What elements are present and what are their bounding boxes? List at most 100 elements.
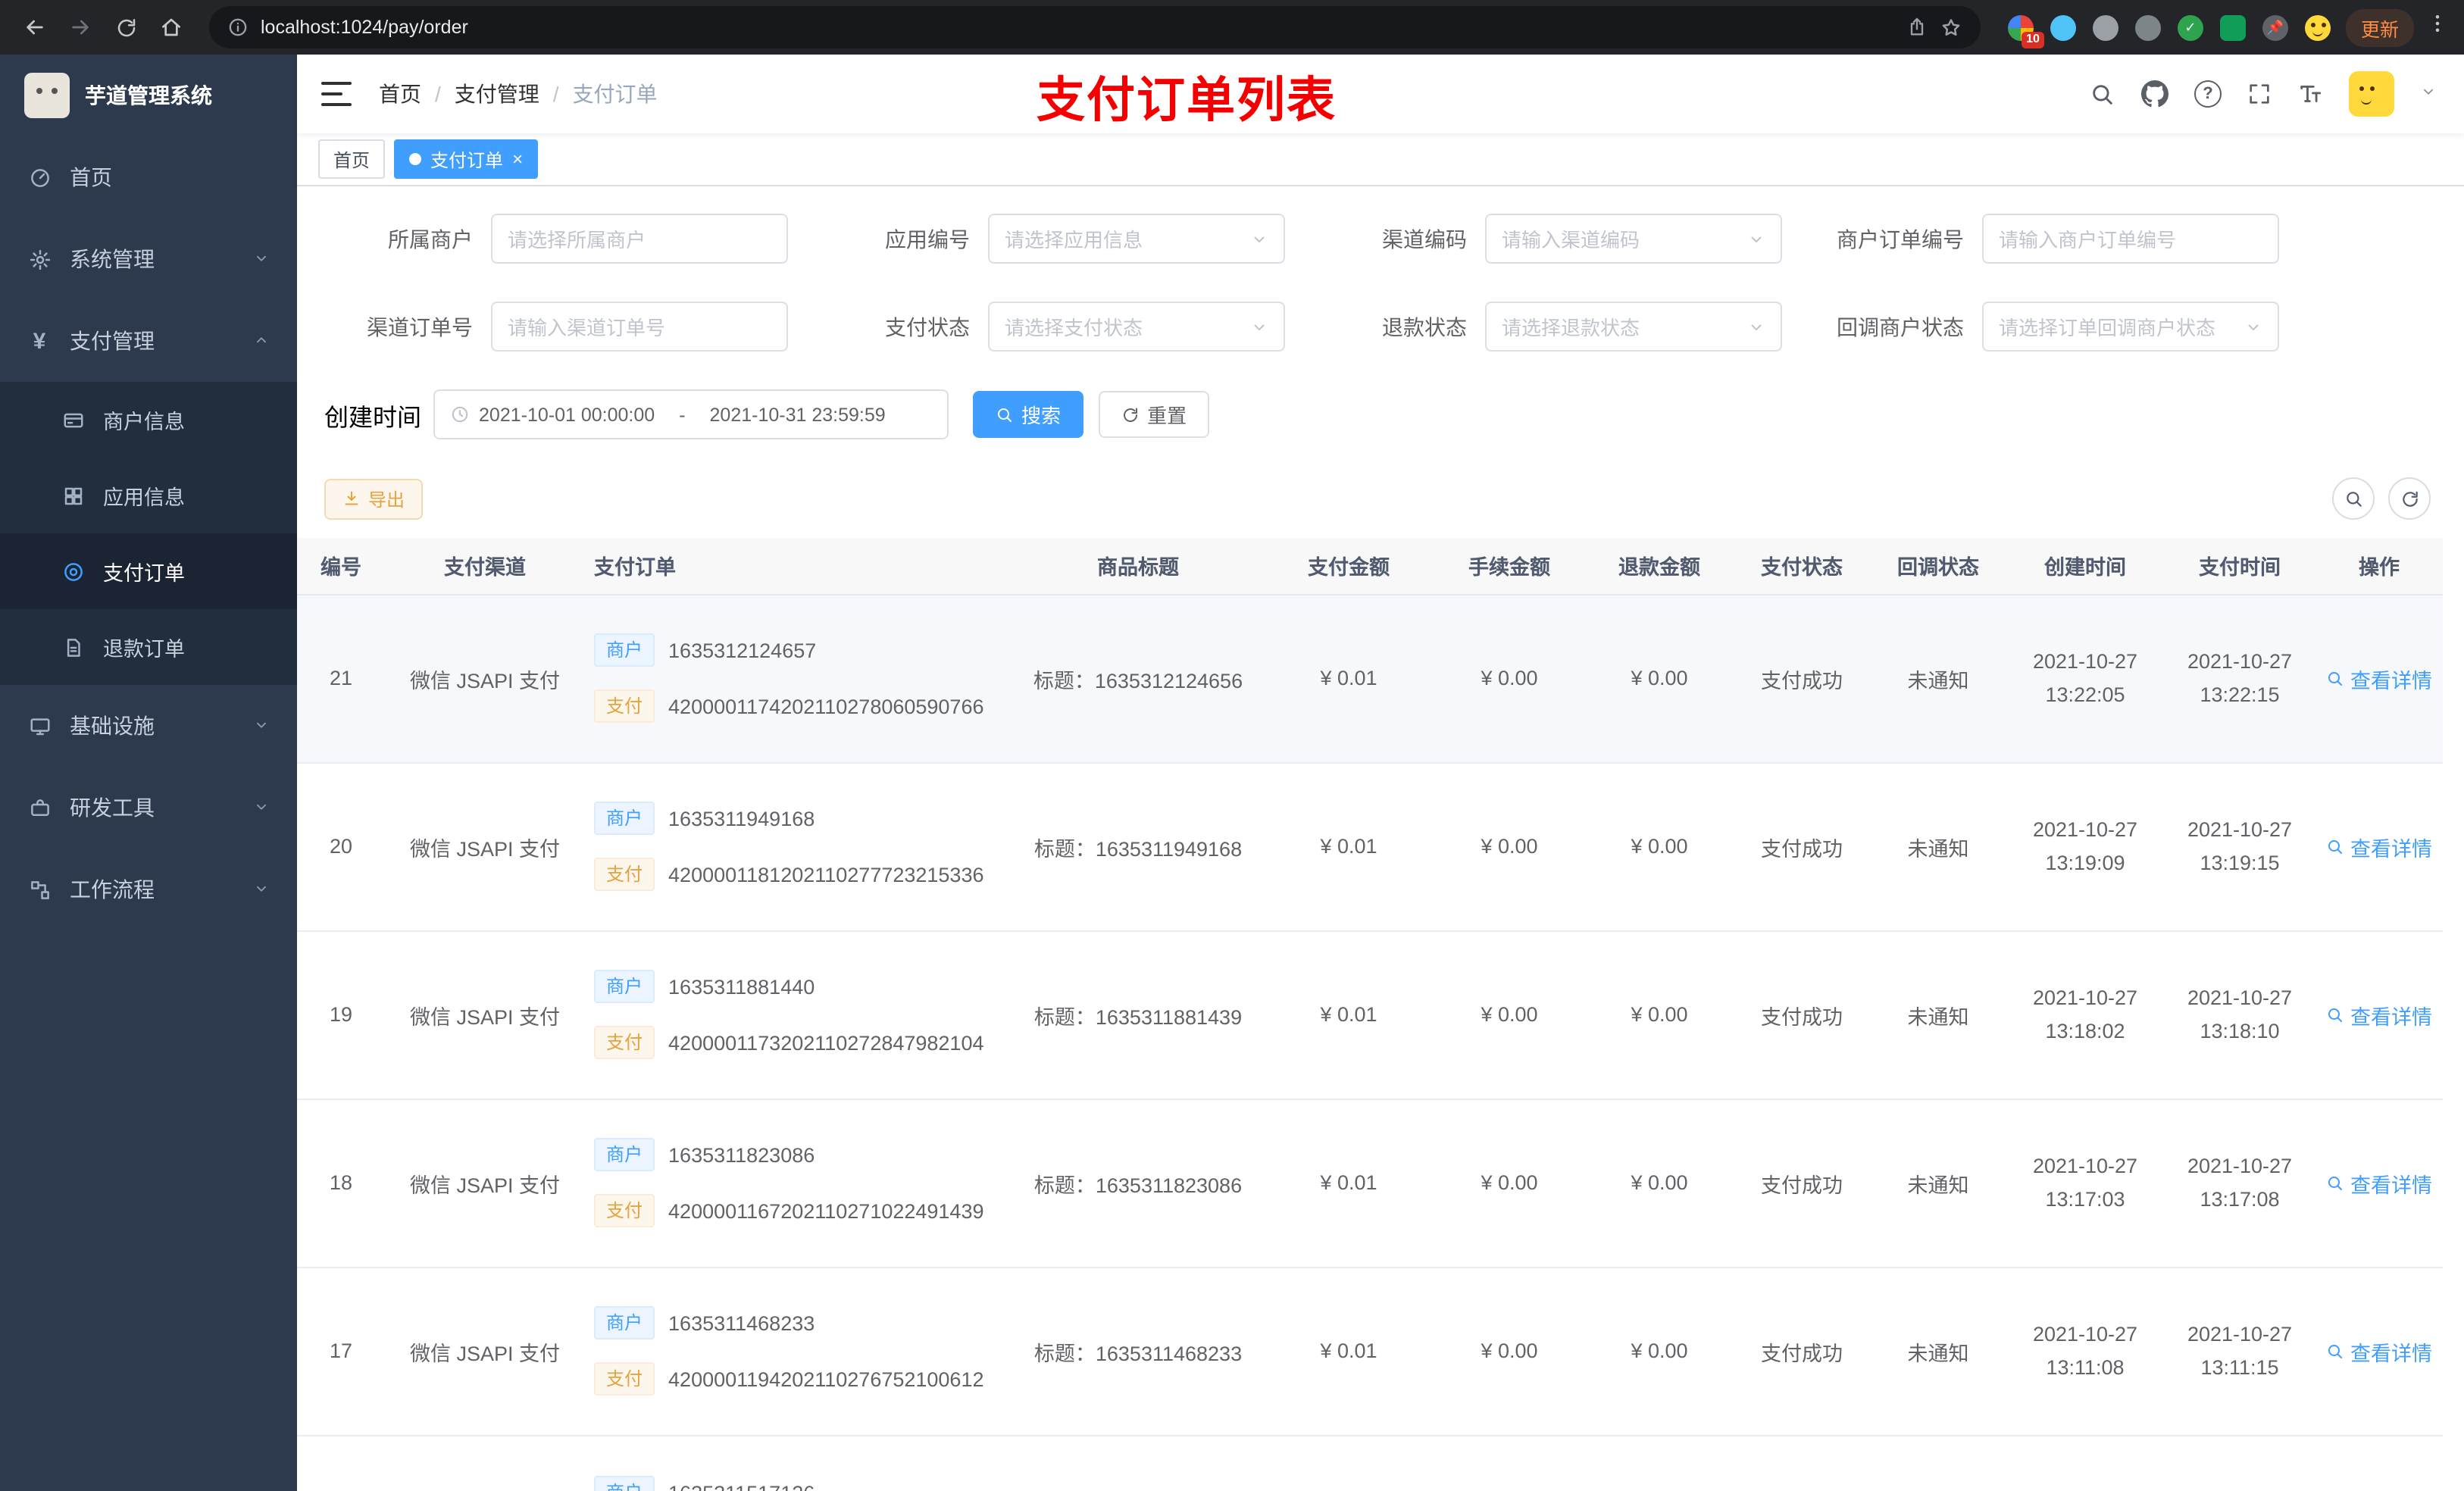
notify-status-select[interactable]: 请选择订单回调商户状态 (1982, 302, 2279, 352)
view-detail-link[interactable]: 查看详情 (2326, 1336, 2432, 1366)
table-settings (2332, 477, 2431, 520)
sidebar-item-refund-order[interactable]: 退款订单 (0, 609, 297, 685)
pay-time: 2021-10-27 13:19:15 (2164, 762, 2315, 931)
chevron-down-icon (253, 796, 270, 820)
browser-update-button[interactable]: 更新 (2345, 8, 2414, 46)
pay-status: 支付成功 (1734, 930, 1870, 1099)
merchant-tag: 商户 (594, 1138, 655, 1171)
pay-amount: ¥ 0.01 (1264, 594, 1434, 763)
merchant-select[interactable]: 请选择所属商户 (491, 214, 788, 264)
browser-menu-icon[interactable] (2426, 12, 2449, 42)
breadcrumb-home[interactable]: 首页 (379, 79, 421, 109)
export-button[interactable]: 导出 (324, 478, 424, 519)
avatar-caret-icon[interactable] (2420, 80, 2437, 108)
user-avatar[interactable] (2349, 71, 2394, 117)
extension-gray-icon[interactable] (2092, 14, 2118, 40)
merchant-order-no: 1635311468233 (668, 1311, 815, 1334)
tab-pay-order[interactable]: 支付订单 × (394, 139, 539, 179)
view-detail-link[interactable]: 查看详情 (2326, 831, 2432, 861)
github-icon[interactable] (2141, 80, 2169, 108)
dashboard-icon (27, 166, 52, 189)
filter-label: 应用编号 (885, 227, 970, 251)
sidebar-item-label: 支付订单 (103, 562, 185, 585)
pay-status-select[interactable]: 请选择支付状态 (988, 302, 1285, 352)
refresh-icon[interactable] (2388, 477, 2431, 520)
browser-forward-icon[interactable] (61, 8, 100, 47)
merchant-order-no-input[interactable]: 请输入商户订单编号 (1982, 214, 2279, 264)
extension-pin-icon[interactable]: 📌 (2262, 14, 2288, 40)
url-bar[interactable]: localhost:1024/pay/order (209, 6, 1981, 48)
sidebar-item-pay-order[interactable]: 支付订单 (0, 533, 297, 609)
sidebar-item-home[interactable]: 首页 (0, 136, 297, 218)
product-title: 标题：1635311468233 (1012, 1267, 1264, 1436)
pay-amount: ¥ 0.01 (1264, 1099, 1434, 1268)
view-detail-link[interactable]: 查看详情 (2326, 999, 2432, 1030)
chevron-down-icon (253, 714, 270, 738)
fee-amount: ¥ 0.00 (1434, 594, 1585, 763)
extension-blue-icon[interactable] (2050, 14, 2076, 40)
chevron-down-icon (1747, 230, 1765, 248)
workflow-icon (27, 878, 52, 901)
channel-order-no-input[interactable]: 请输入渠道订单号 (491, 302, 788, 352)
col-status: 支付状态 (1734, 538, 1870, 595)
page-content: 所属商户 请选择所属商户 应用编号 请选择应用信息 渠道编码 请输入渠道编码 商… (297, 186, 2464, 1491)
sidebar-item-system[interactable]: 系统管理 (0, 218, 297, 300)
close-icon[interactable]: × (512, 150, 523, 168)
pay-time: 2021-10-27 13:17:08 (2164, 1099, 2315, 1268)
tab-home[interactable]: 首页 (318, 139, 386, 179)
channel-code-select[interactable]: 请输入渠道编码 (1485, 214, 1782, 264)
channel-transaction-no: 4200001167202110271022491439 (668, 1199, 984, 1222)
chevron-down-icon (253, 247, 270, 271)
screen: localhost:1024/pay/order 10 ✓ 📌 更新 芋道管理系… (0, 0, 2464, 1491)
extension-gray2-icon[interactable] (2134, 14, 2161, 40)
search-icon[interactable] (2090, 81, 2115, 107)
order-channel: 微信 JSAPI 支付 (385, 1267, 585, 1436)
refund-amount: ¥ 0.00 (1585, 762, 1734, 931)
extension-green-check-icon[interactable]: ✓ (2177, 14, 2203, 40)
view-detail-link[interactable]: 查看详情 (2326, 1167, 2432, 1198)
app-no-select[interactable]: 请选择应用信息 (988, 214, 1285, 264)
search-button[interactable]: 搜索 (973, 391, 1084, 438)
font-size-icon[interactable] (2297, 81, 2323, 107)
filter-label: 回调商户状态 (1837, 314, 1964, 339)
sidebar-item-infrastructure[interactable]: 基础设施 (0, 685, 297, 767)
sidebar-item-merchant-info[interactable]: 商户信息 (0, 382, 297, 458)
extension-colorful-icon[interactable]: 10 (2007, 14, 2044, 48)
hamburger-icon[interactable] (321, 82, 352, 106)
filter-label: 渠道订单号 (367, 314, 473, 339)
pay-tag: 支付 (594, 689, 655, 723)
sidebar-item-label: 基础设施 (70, 714, 155, 738)
merchant-order-no: 1635311949168 (668, 807, 815, 830)
reset-button[interactable]: 重置 (1099, 391, 1210, 438)
fullscreen-icon[interactable] (2247, 82, 2272, 106)
app-logo[interactable]: 芋道管理系统 (0, 55, 297, 136)
order-id: 19 (297, 930, 385, 1099)
toggle-search-icon[interactable] (2332, 477, 2375, 520)
extension-green-square-icon[interactable] (2219, 14, 2246, 40)
notify-status: 未通知 (1870, 594, 2006, 763)
question-icon[interactable]: ? (2194, 80, 2222, 108)
browser-back-icon[interactable] (15, 8, 55, 47)
sidebar-item-label: 商户信息 (103, 411, 185, 433)
create-time-range-picker[interactable]: 2021-10-01 00:00:00 - 2021-10-31 23:59:5… (433, 389, 949, 439)
table-row: 18 微信 JSAPI 支付 商户 1635311823086 支付 42000… (297, 1099, 2443, 1268)
breadcrumb-section[interactable]: 支付管理 (455, 79, 539, 109)
refund-amount: ¥ 0.00 (1585, 594, 1734, 763)
fee-amount (1434, 1435, 1585, 1491)
app-title: 芋道管理系统 (85, 83, 212, 108)
refund-status-select[interactable]: 请选择退款状态 (1485, 302, 1782, 352)
extension-emoji-icon[interactable] (2304, 14, 2331, 40)
order-channel (385, 1435, 585, 1491)
share-icon[interactable] (1906, 17, 1928, 38)
sidebar-item-workflow[interactable]: 工作流程 (0, 849, 297, 930)
notify-status (1870, 1435, 2006, 1491)
sidebar-item-payment[interactable]: ¥ 支付管理 (0, 300, 297, 382)
browser-reload-icon[interactable] (106, 8, 145, 47)
browser-home-icon[interactable] (152, 8, 191, 47)
sidebar-item-app-info[interactable]: 应用信息 (0, 458, 297, 533)
site-info-icon[interactable] (227, 17, 249, 38)
sidebar-item-dev-tools[interactable]: 研发工具 (0, 767, 297, 849)
filter-time-row: 创建时间 2021-10-01 00:00:00 - 2021-10-31 23… (324, 389, 2464, 439)
bookmark-star-icon[interactable] (1940, 16, 1962, 39)
view-detail-link[interactable]: 查看详情 (2326, 663, 2432, 693)
